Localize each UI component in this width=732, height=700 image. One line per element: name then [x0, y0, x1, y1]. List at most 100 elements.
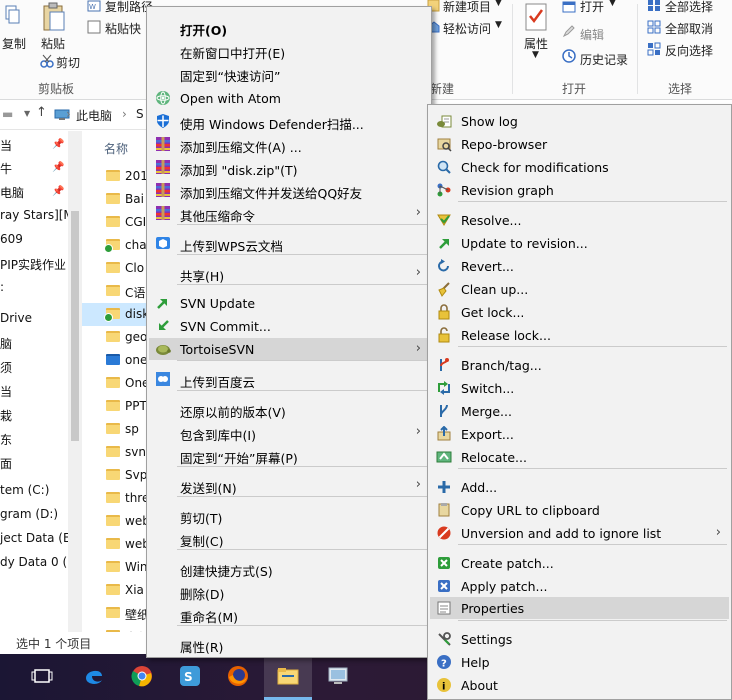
- file-explorer-button[interactable]: [264, 654, 312, 700]
- get-lock-menu-item[interactable]: Get lock...: [430, 301, 729, 323]
- file-row[interactable]: Clo: [82, 257, 152, 280]
- resolve-menu-item[interactable]: Resolve...: [430, 209, 729, 231]
- nav-item[interactable]: 面: [0, 455, 12, 472]
- nav-item[interactable]: Drive: [0, 311, 32, 325]
- select-none-button[interactable]: 全部取消: [665, 20, 713, 37]
- task-view-button[interactable]: [18, 654, 66, 700]
- nav-item[interactable]: :: [0, 280, 4, 294]
- file-row[interactable]: 壁纸: [82, 602, 152, 625]
- revision-graph-menu-item[interactable]: Revision graph: [430, 179, 729, 201]
- file-row[interactable]: Svp: [82, 464, 152, 487]
- open-with-atom-menu-item[interactable]: Open with Atom: [149, 87, 429, 109]
- svn-update-menu-item[interactable]: SVN Update: [149, 292, 429, 314]
- nav-item[interactable]: 电脑: [0, 184, 24, 201]
- branch-tag-menu-item[interactable]: Branch/tag...: [430, 354, 729, 376]
- open-new-window-menu-item[interactable]: 在新窗口中打开(E): [149, 39, 429, 61]
- firefox-button[interactable]: [214, 654, 262, 700]
- nav-item[interactable]: 当: [0, 383, 12, 400]
- svn-properties-menu-item[interactable]: Properties: [430, 597, 729, 619]
- new-item-dropdown[interactable]: ▼: [495, 0, 502, 8]
- clean-up-menu-item[interactable]: Clean up...: [430, 278, 729, 300]
- dropdown-icon[interactable]: ▼: [24, 109, 30, 118]
- chrome-button[interactable]: [118, 654, 166, 700]
- up-button[interactable]: ↑: [36, 105, 47, 120]
- rename-menu-item[interactable]: 重命名(M): [149, 603, 429, 625]
- nav-item[interactable]: 须: [0, 359, 12, 376]
- file-row[interactable]: cha: [82, 234, 152, 257]
- nav-scrollbar-thumb[interactable]: [71, 211, 79, 441]
- add-to-archive-menu-item[interactable]: 添加到压缩文件(A) ...: [149, 133, 429, 155]
- nav-item[interactable]: tem (C:): [0, 483, 49, 497]
- file-row[interactable]: thre: [82, 487, 152, 510]
- revert-menu-item[interactable]: Revert...: [430, 255, 729, 277]
- nav-item[interactable]: PIP实践作业: [0, 256, 66, 273]
- export-menu-item[interactable]: Export...: [430, 423, 729, 445]
- nav-item[interactable]: 609: [0, 232, 23, 246]
- file-row[interactable]: One: [82, 372, 152, 395]
- sogou-button[interactable]: S: [166, 654, 214, 700]
- file-row[interactable]: CGI: [82, 211, 152, 234]
- nav-scrollbar[interactable]: [68, 131, 82, 632]
- repo-browser-menu-item[interactable]: Repo-browser: [430, 133, 729, 155]
- nav-item[interactable]: 栽: [0, 407, 12, 424]
- apply-patch-menu-item[interactable]: Apply patch...: [430, 575, 729, 597]
- defender-scan-menu-item[interactable]: 使用 Windows Defender扫描...: [149, 110, 429, 132]
- file-row[interactable]: PPT: [82, 395, 152, 418]
- paste-shortcut-button[interactable]: 粘贴快: [105, 20, 141, 37]
- history-button[interactable]: 历史记录: [580, 51, 628, 68]
- unversion-ignore-menu-item[interactable]: Unversion and add to ignore list ›: [430, 522, 729, 544]
- edge-button[interactable]: [70, 654, 118, 700]
- edit-button[interactable]: 编辑: [580, 26, 604, 43]
- new-item-button[interactable]: 新建项目: [443, 0, 491, 15]
- nav-item[interactable]: 脑: [0, 335, 12, 352]
- upload-baidu-menu-item[interactable]: 上传到百度云: [149, 368, 429, 390]
- nav-item[interactable]: 当: [0, 137, 12, 154]
- pin-quick-access-menu-item[interactable]: 固定到“快速访问”: [149, 62, 429, 84]
- nav-item[interactable]: ject Data (E: [0, 531, 68, 545]
- file-row[interactable]: one: [82, 349, 152, 372]
- column-header-name[interactable]: 名称: [104, 140, 128, 157]
- file-row[interactable]: disk: [82, 303, 152, 326]
- properties-dropdown[interactable]: ▼: [532, 50, 539, 60]
- open-button[interactable]: 打开: [580, 0, 604, 15]
- invert-selection-button[interactable]: 反向选择: [665, 42, 713, 59]
- update-to-revision-menu-item[interactable]: Update to revision...: [430, 232, 729, 254]
- nav-item[interactable]: ray Stars][M: [0, 208, 68, 222]
- include-library-menu-item[interactable]: 包含到库中(I) ›: [149, 421, 429, 443]
- file-row[interactable]: Bai: [82, 188, 152, 211]
- other-compress-menu-item[interactable]: 其他压缩命令 ›: [149, 202, 429, 224]
- release-lock-menu-item[interactable]: Release lock...: [430, 324, 729, 346]
- tortoisesvn-menu-item[interactable]: TortoiseSVN ›: [149, 338, 429, 360]
- easy-access-dropdown[interactable]: ▼: [495, 20, 502, 30]
- breadcrumb-next[interactable]: S: [136, 107, 144, 121]
- delete-menu-item[interactable]: 删除(D): [149, 580, 429, 602]
- nav-item[interactable]: 东: [0, 431, 12, 448]
- properties-menu-item[interactable]: 属性(R): [149, 633, 429, 655]
- add-menu-item[interactable]: Add...: [430, 476, 729, 498]
- open-menu-item[interactable]: 打开(O): [149, 16, 429, 38]
- share-menu-item[interactable]: 共享(H) ›: [149, 262, 429, 284]
- settings-menu-item[interactable]: Settings: [430, 628, 729, 650]
- copy-url-menu-item[interactable]: Copy URL to clipboard: [430, 499, 729, 521]
- nav-item[interactable]: gram (D:): [0, 507, 58, 521]
- copy-button[interactable]: 复制: [2, 35, 26, 52]
- send-to-menu-item[interactable]: 发送到(N) ›: [149, 474, 429, 496]
- file-row[interactable]: sp: [82, 418, 152, 441]
- remote-desktop-button[interactable]: [314, 654, 362, 700]
- restore-previous-menu-item[interactable]: 还原以前的版本(V): [149, 398, 429, 420]
- file-row[interactable]: 201: [82, 165, 152, 188]
- address-bar[interactable]: ▬ ▼ ↑ › 此电脑 › S: [0, 100, 150, 130]
- file-row[interactable]: web: [82, 533, 152, 556]
- cut-menu-item[interactable]: 剪切(T): [149, 504, 429, 526]
- upload-wps-menu-item[interactable]: 上传到WPS云文档: [149, 232, 429, 254]
- file-row[interactable]: Win: [82, 556, 152, 579]
- add-to-zip-menu-item[interactable]: 添加到 "disk.zip"(T): [149, 156, 429, 178]
- file-row[interactable]: C语: [82, 280, 152, 303]
- breadcrumb-this-pc[interactable]: 此电脑: [76, 107, 112, 124]
- svn-commit-menu-item[interactable]: SVN Commit...: [149, 315, 429, 337]
- help-menu-item[interactable]: ? Help: [430, 651, 729, 673]
- archive-send-qq-menu-item[interactable]: 添加到压缩文件并发送给QQ好友: [149, 179, 429, 201]
- easy-access-button[interactable]: 轻松访问: [443, 20, 491, 37]
- file-row[interactable]: 大创: [82, 625, 152, 632]
- relocate-menu-item[interactable]: Relocate...: [430, 446, 729, 468]
